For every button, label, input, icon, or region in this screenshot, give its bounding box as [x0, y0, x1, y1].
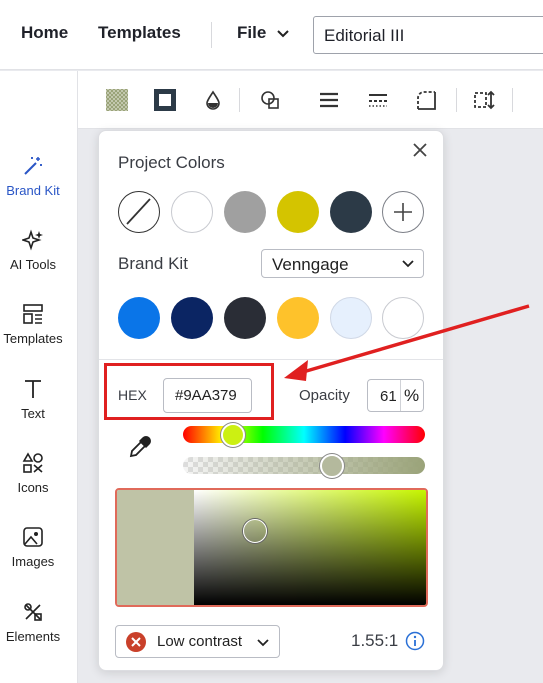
- opacity-value[interactable]: 61: [380, 388, 397, 405]
- error-icon: [126, 632, 146, 652]
- fill-pattern-icon[interactable]: [104, 87, 130, 113]
- opacity-label: Opacity: [299, 387, 350, 404]
- resize-icon[interactable]: [471, 87, 497, 113]
- sidebar-item-templates[interactable]: Templates: [0, 303, 66, 346]
- close-icon[interactable]: [410, 140, 430, 160]
- left-sidebar: Brand Kit AI Tools Templates Text Icons …: [0, 71, 78, 683]
- swatch-yellow[interactable]: [277, 191, 319, 233]
- sidebar-item-label: Text: [21, 406, 45, 421]
- brand-kit-select[interactable]: Venngage: [261, 249, 424, 278]
- no-color-slash-icon: [126, 198, 151, 225]
- chevron-down-icon[interactable]: [276, 27, 290, 41]
- sidebar-item-brand-kit[interactable]: Brand Kit: [0, 155, 66, 198]
- opacity-slider-thumb[interactable]: [320, 454, 344, 478]
- swatch-white[interactable]: [171, 191, 213, 233]
- elements-icon: [24, 603, 42, 621]
- saturation-value-area[interactable]: [194, 490, 426, 605]
- chevron-down-icon: [257, 639, 269, 647]
- opacity-drop-icon[interactable]: [200, 87, 226, 113]
- contrast-ratio: 1.55:1: [351, 631, 399, 650]
- hue-slider[interactable]: [183, 426, 425, 443]
- sidebar-item-label: Templates: [3, 331, 63, 346]
- shapes-icon[interactable]: [258, 87, 284, 113]
- project-colors-title: Project Colors: [118, 153, 225, 172]
- saturation-value-thumb[interactable]: [243, 519, 267, 543]
- eyedropper-icon[interactable]: [127, 434, 153, 460]
- top-bar: Home Templates File Editorial III: [0, 0, 543, 70]
- brand-swatch-light-blue[interactable]: [330, 297, 372, 339]
- sidebar-item-label: AI Tools: [9, 257, 56, 272]
- opacity-input[interactable]: 61 %: [367, 379, 424, 412]
- brand-swatch-amber[interactable]: [277, 297, 319, 339]
- contrast-dropdown[interactable]: Low contrast: [115, 625, 280, 658]
- icons-icon: [22, 452, 43, 473]
- line-style-icon[interactable]: [365, 87, 391, 113]
- sidebar-item-ai-tools[interactable]: AI Tools: [0, 229, 66, 272]
- plus-icon: [394, 203, 412, 221]
- align-icon[interactable]: [316, 87, 342, 113]
- contrast-label: Low contrast: [157, 633, 243, 650]
- corner-icon[interactable]: [413, 87, 439, 113]
- sidebar-item-label: Icons: [17, 480, 49, 495]
- swatch-gray[interactable]: [224, 191, 266, 233]
- swatch-dark-slate[interactable]: [330, 191, 372, 233]
- brand-swatch-charcoal[interactable]: [224, 297, 266, 339]
- magic-wand-icon: [24, 157, 42, 175]
- menu-file[interactable]: File: [237, 23, 266, 43]
- brand-kit-select-value: Venngage: [272, 255, 349, 274]
- hue-slider-thumb[interactable]: [221, 423, 245, 447]
- swatch-no-color[interactable]: [118, 191, 160, 233]
- sidebar-item-label: Images: [11, 554, 55, 569]
- sparkles-icon: [22, 229, 43, 251]
- current-color-preview: [117, 490, 194, 605]
- opacity-unit: %: [404, 386, 420, 405]
- templates-icon: [23, 304, 43, 324]
- brand-swatch-navy[interactable]: [171, 297, 213, 339]
- info-icon[interactable]: [405, 631, 425, 651]
- color-picker: [115, 488, 428, 607]
- sidebar-item-label: Elements: [5, 629, 61, 644]
- divider: [99, 359, 443, 360]
- divider: [211, 22, 212, 48]
- sidebar-item-images[interactable]: Images: [0, 526, 66, 569]
- toolbar: [78, 71, 543, 129]
- sidebar-item-label: Brand Kit: [6, 183, 60, 198]
- document-title-input[interactable]: Editorial III: [313, 16, 543, 54]
- brand-swatch-white[interactable]: [382, 297, 424, 339]
- images-icon: [23, 527, 43, 547]
- sidebar-item-icons[interactable]: Icons: [0, 452, 66, 495]
- sidebar-item-text[interactable]: Text: [0, 378, 66, 421]
- annotation-highlight-box: [104, 363, 274, 420]
- text-icon: [25, 380, 41, 398]
- brand-kit-title: Brand Kit: [118, 254, 188, 273]
- nav-home[interactable]: Home: [21, 23, 68, 43]
- add-color-button[interactable]: [382, 191, 424, 233]
- border-icon[interactable]: [152, 87, 178, 113]
- brand-swatch-blue[interactable]: [118, 297, 160, 339]
- chevron-down-icon: [402, 260, 414, 268]
- nav-templates[interactable]: Templates: [98, 23, 181, 43]
- sidebar-item-elements[interactable]: Elements: [0, 601, 66, 644]
- opacity-slider[interactable]: [183, 457, 425, 474]
